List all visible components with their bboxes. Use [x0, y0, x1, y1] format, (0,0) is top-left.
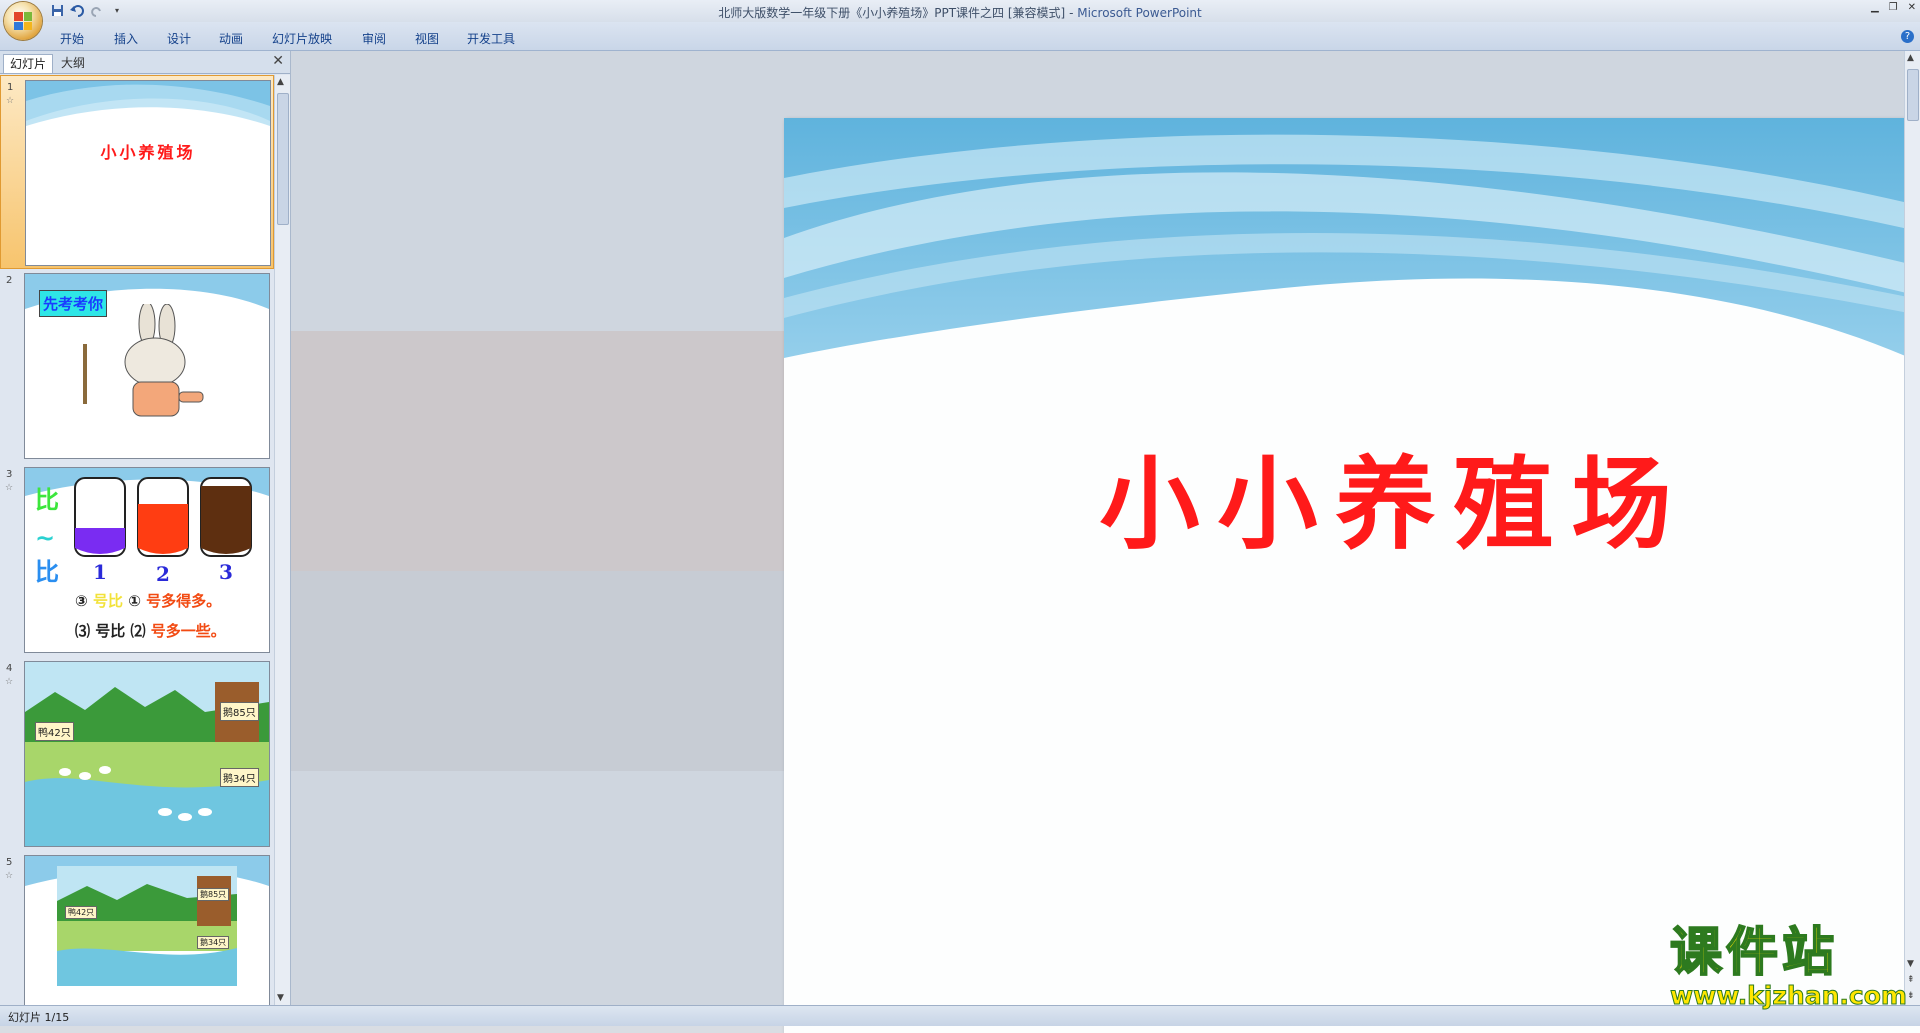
slide-number: 3: [6, 469, 13, 480]
comparison-text: 号多得多。: [146, 592, 222, 610]
svg-text:~: ~: [35, 524, 55, 552]
tab-home[interactable]: 开始: [60, 30, 84, 47]
watermark-title: 课件站: [1669, 922, 1839, 983]
slide-thumbnail[interactable]: 比 ~ 比 1 2 3 ③ 号比 ① 号多得多。 ⑶ 号比 ⑵ 号多一些。: [24, 467, 270, 653]
sign-label: 先考考你: [39, 290, 108, 317]
transition-icon: ☆: [5, 483, 14, 493]
tab-design[interactable]: 设计: [167, 30, 191, 47]
slide-number: 2: [6, 275, 13, 286]
scrollbar-thumb[interactable]: [277, 93, 289, 225]
thumbnail-list: 1 ☆ 小小养殖场 2 先考考你 3 ☆ 比 ~ 比 1 2 3 ③ 号比 ① …: [0, 75, 274, 1005]
slide-thumbnail[interactable]: 鸭42只 鹅85只 鹅34只: [24, 661, 270, 847]
tab-view[interactable]: 视图: [415, 30, 439, 47]
comparison-line-1: ③ 号比 ① 号多得多。: [75, 590, 221, 611]
document-title: 北师大版数学一年级下册《小小养殖场》PPT课件之四 [兼容模式]: [718, 6, 1066, 20]
circle-number: ③: [75, 592, 88, 610]
tab-review[interactable]: 审阅: [362, 30, 386, 47]
slide-counter: 幻灯片 1/15: [8, 1011, 70, 1024]
circle-number: ⑶: [75, 622, 91, 640]
slides-pane: 幻灯片 大纲 ✕ 1 ☆ 小小养殖场 2 先考考你 3 ☆ 比 ~ 比 1 2 …: [0, 51, 291, 1005]
scrollbar-thumb[interactable]: [1907, 69, 1919, 121]
thumbnail-row[interactable]: 2 先考考你: [0, 269, 274, 463]
ribbon-tabs: 开始 插入 设计 动画 幻灯片放映 审阅 视图 开发工具 ?: [0, 22, 1920, 51]
animal-count-label: 鹅34只: [197, 936, 230, 949]
close-icon[interactable]: ✕: [1908, 2, 1916, 13]
comparison-line-2: ⑶ 号比 ⑵ 号多一些。: [75, 620, 226, 641]
window-controls: ▁ ❐ ✕: [1871, 2, 1916, 13]
farm-illustration: [25, 662, 269, 846]
tab-outline[interactable]: 大纲: [55, 54, 91, 72]
beaker-label: 3: [219, 560, 233, 584]
thumbnail-title: 小小养殖场: [100, 143, 196, 162]
svg-text:比: 比: [35, 486, 59, 514]
title-bar: ▾ 北师大版数学一年级下册《小小养殖场》PPT课件之四 [兼容模式] - Mic…: [0, 0, 1920, 40]
slide-editing-area: 小小养殖场: [291, 51, 1920, 1033]
pane-tabs: 幻灯片 大纲 ✕: [0, 51, 290, 74]
slide-thumbnail[interactable]: 鸭42只 鹅85只 鹅34只: [24, 855, 270, 1005]
transition-icon: ☆: [5, 871, 14, 881]
thumbnail-row[interactable]: 1 ☆ 小小养殖场: [0, 75, 274, 269]
status-bar: 幻灯片 1/15: [0, 1005, 1920, 1026]
watermark-url: www.kjzhan.com: [1670, 981, 1908, 1011]
slide-scrollbar[interactable]: ▲ ▼ ⇞ ⇟: [1904, 51, 1920, 1005]
beaker-label: 2: [156, 562, 170, 586]
transition-icon: ☆: [6, 96, 15, 106]
animal-count-label: 鹅34只: [220, 768, 259, 787]
circle-number: ⑵: [130, 622, 146, 640]
thumbnail-row[interactable]: 3 ☆ 比 ~ 比 1 2 3 ③ 号比 ① 号多得多。 ⑶ 号比 ⑵ 号多一些…: [0, 463, 274, 657]
office-button[interactable]: [4, 2, 42, 40]
help-icon[interactable]: ?: [1901, 30, 1914, 43]
title-separator: -: [1069, 6, 1074, 20]
tab-slides[interactable]: 幻灯片: [3, 54, 54, 73]
tab-slideshow[interactable]: 幻灯片放映: [272, 30, 332, 47]
close-pane-icon[interactable]: ✕: [272, 53, 284, 69]
office-logo-icon: [14, 12, 32, 30]
comparison-text: 号比: [92, 592, 123, 610]
slide-number: 1: [7, 82, 14, 93]
slide-number: 5: [6, 857, 13, 868]
thumbnail-row[interactable]: 4 ☆ 鸭42只 鹅85只 鹅34只: [0, 657, 274, 851]
animal-count-label: 鹅85只: [197, 888, 230, 901]
slide-thumbnail[interactable]: 先考考你: [24, 273, 270, 459]
comparison-text: 号比: [95, 622, 126, 640]
tab-animations[interactable]: 动画: [219, 30, 243, 47]
scroll-up-icon[interactable]: ▲: [277, 77, 284, 87]
animal-count-label: 鹅85只: [220, 702, 259, 721]
slide-canvas[interactable]: 小小养殖场: [784, 118, 1920, 1033]
sky-wave-graphic: [784, 118, 1920, 363]
farm-illustration: [57, 866, 237, 986]
slide-number: 4: [6, 663, 13, 674]
slide-thumbnail[interactable]: 小小养殖场: [25, 80, 271, 266]
thumbnail-scrollbar[interactable]: ▲ ▼: [274, 75, 290, 1005]
scroll-up-icon[interactable]: ▲: [1907, 53, 1914, 63]
transition-icon: ☆: [5, 677, 14, 687]
restore-icon[interactable]: ❐: [1889, 2, 1898, 13]
slide-title[interactable]: 小小养殖场: [784, 423, 1920, 568]
animal-count-label: 鸭42只: [65, 906, 98, 919]
svg-text:比: 比: [35, 558, 59, 586]
comparison-text: 号多一些。: [150, 622, 226, 640]
circle-number: ①: [128, 592, 141, 610]
tab-developer[interactable]: 开发工具: [467, 30, 515, 47]
animal-count-label: 鸭42只: [35, 722, 74, 741]
watermark: 课件站 www.kjzhan.com: [1669, 922, 1910, 1011]
rabbit-illustration: [83, 304, 204, 417]
application-name: Microsoft PowerPoint: [1077, 6, 1202, 20]
minimize-icon[interactable]: ▁: [1871, 2, 1879, 13]
beaker-label: 1: [93, 560, 107, 584]
thumbnail-row[interactable]: 5 ☆ 鸭42只 鹅85只 鹅34只: [0, 851, 274, 1005]
window-title: 北师大版数学一年级下册《小小养殖场》PPT课件之四 [兼容模式] - Micro…: [0, 4, 1920, 21]
scroll-down-icon[interactable]: ▼: [277, 993, 284, 1003]
tab-insert[interactable]: 插入: [114, 30, 138, 47]
